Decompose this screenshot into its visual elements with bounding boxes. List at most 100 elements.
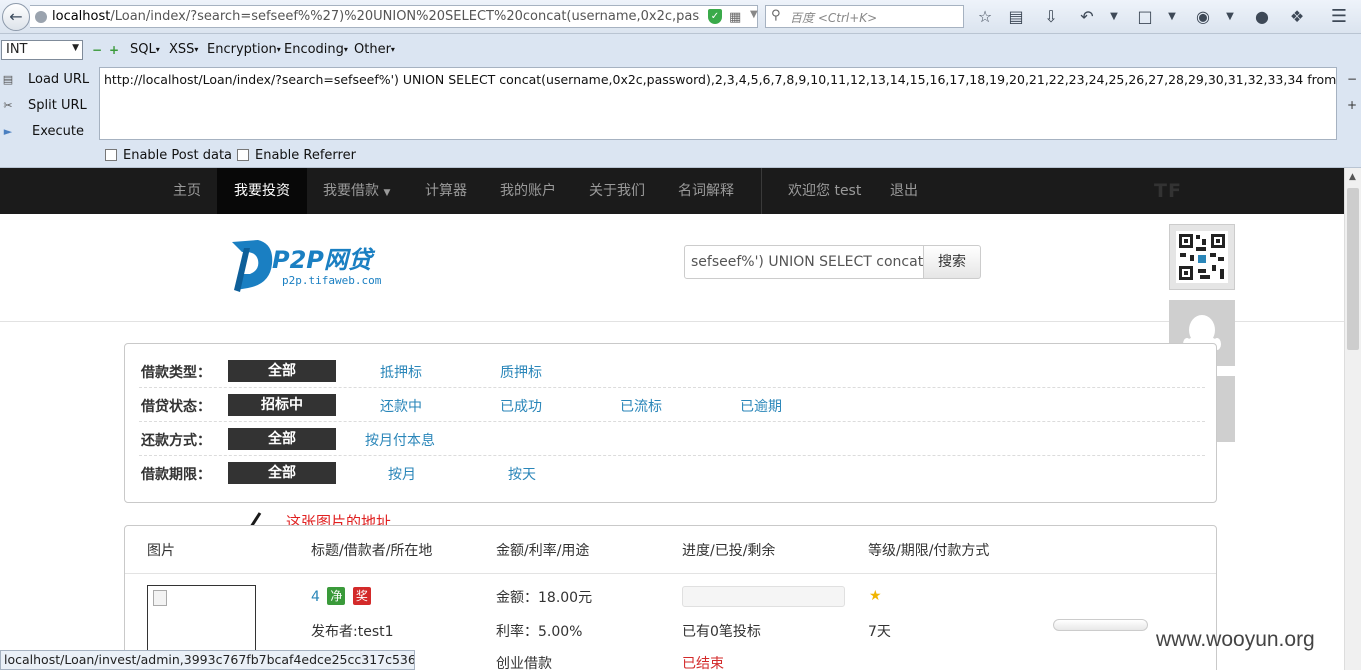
minus-icon[interactable]: − xyxy=(92,43,102,57)
site-info-icon[interactable] xyxy=(35,11,47,23)
page-scrollbar[interactable]: ▲ xyxy=(1344,168,1361,670)
undo-icon[interactable]: ↶ xyxy=(1076,6,1098,28)
address-text[interactable]: localhost/Loan/index/?search=sefseef%%27… xyxy=(52,9,700,24)
crop-icon[interactable]: □ xyxy=(1134,6,1156,28)
enable-post-checkbox[interactable]: Enable Post data xyxy=(105,148,232,163)
loan-publisher: 发布者:test1 xyxy=(311,624,394,640)
filter-option[interactable]: 按月付本息 xyxy=(365,430,435,450)
menu-xss[interactable]: XSS▾ xyxy=(169,42,198,57)
puzzle-icon[interactable]: ❖ xyxy=(1286,6,1308,28)
logo-text: P2P网贷 xyxy=(272,246,376,274)
menu-encryption[interactable]: Encryption▾ xyxy=(207,42,281,57)
column-header: 标题/借款者/所在地 xyxy=(311,543,433,559)
filter-option[interactable]: 按月 xyxy=(388,464,416,484)
enable-referrer-checkbox[interactable]: Enable Referrer xyxy=(237,148,356,163)
filter-option[interactable]: 已逾期 xyxy=(740,396,782,416)
filter-row-loan-term: 借款期限： 全部 按月 按天 xyxy=(139,456,1205,490)
menu-other[interactable]: Other▾ xyxy=(354,42,395,57)
back-icon[interactable]: ← xyxy=(2,3,30,31)
type-select-value: INT xyxy=(6,42,28,57)
bookmark-star-icon[interactable]: ☆ xyxy=(974,6,996,28)
star-icon: ★ xyxy=(869,588,882,604)
download-icon[interactable]: ⇩ xyxy=(1040,6,1062,28)
nav-about[interactable]: 关于我们 xyxy=(587,168,647,214)
chevron-down-icon[interactable]: ▼ xyxy=(750,9,758,20)
loan-rate: 利率：5.00% xyxy=(496,624,583,640)
brand-logo: TF xyxy=(1154,180,1182,202)
filter-active-option[interactable]: 全部 xyxy=(228,462,336,484)
url-textarea[interactable]: http://localhost/Loan/index/?search=sefs… xyxy=(99,67,1337,140)
search-icon: ⚲ xyxy=(771,8,781,23)
filter-option[interactable]: 质押标 xyxy=(500,362,542,382)
chevron-down-icon[interactable]: ▼ xyxy=(1161,6,1183,28)
site-navbar: 主页 我要投资 我要借款 ▼ 计算器 我的账户 关于我们 名词解释 欢迎您 te… xyxy=(0,168,1344,214)
list-header: 图片 标题/借款者/所在地 金额/利率/用途 进度/已投/剩余 等级/期限/付款… xyxy=(125,526,1216,574)
checkbox-box[interactable] xyxy=(105,149,117,161)
filter-active-option[interactable]: 全部 xyxy=(228,428,336,450)
scrollbar-thumb[interactable] xyxy=(1347,188,1359,350)
net-badge: 净 xyxy=(327,587,346,605)
filter-active-option[interactable]: 招标中 xyxy=(228,394,336,416)
chevron-down-icon[interactable]: ▼ xyxy=(1219,6,1241,28)
search-placeholder: 百度 <Ctrl+K> xyxy=(790,11,878,25)
checkbox-box[interactable] xyxy=(237,149,249,161)
filter-option[interactable]: 抵押标 xyxy=(380,362,422,382)
filter-row-loan-status: 借贷状态： 招标中 还款中 已成功 已流标 已逾期 xyxy=(139,388,1205,422)
qr-code-icon[interactable]: ▦ xyxy=(729,10,741,25)
nav-calculator[interactable]: 计算器 xyxy=(423,168,469,214)
menu-icon[interactable]: ☰ xyxy=(1328,6,1350,28)
column-header: 金额/利率/用途 xyxy=(496,543,590,559)
column-header: 进度/已投/剩余 xyxy=(682,543,776,559)
nav-home[interactable]: 主页 xyxy=(171,168,203,214)
loan-amount: 金额：18.00元 xyxy=(496,590,593,606)
chevron-down-icon[interactable]: ▼ xyxy=(1103,6,1125,28)
invest-button[interactable] xyxy=(1053,619,1148,631)
execute-button[interactable]: ► Execute xyxy=(0,122,96,144)
nav-borrow[interactable]: 我要借款 ▼ xyxy=(321,168,392,214)
loan-number[interactable]: 4 xyxy=(311,589,320,605)
loan-title[interactable]: 4 净 奖 xyxy=(311,587,371,605)
mask-icon[interactable]: ● xyxy=(1251,6,1273,28)
scroll-up-icon[interactable]: ▲ xyxy=(1349,172,1356,182)
filter-label: 还款方式： xyxy=(141,433,211,449)
load-url-button[interactable]: ▤ Load URL xyxy=(0,70,96,92)
nav-logout[interactable]: 退出 xyxy=(888,168,920,214)
qr-code-icon xyxy=(1176,231,1228,283)
plus-icon[interactable]: + xyxy=(1347,98,1357,112)
reading-list-icon[interactable]: ▤ xyxy=(1005,6,1027,28)
browser-search-input[interactable]: ⚲ 百度 <Ctrl+K> xyxy=(765,5,964,28)
filter-active-option[interactable]: 全部 xyxy=(228,360,336,382)
nav-glossary[interactable]: 名词解释 xyxy=(676,168,736,214)
menu-sql[interactable]: SQL▾ xyxy=(130,42,160,57)
address-bar[interactable]: localhost/Loan/index/?search=sefseef%%27… xyxy=(30,5,778,28)
nav-invest[interactable]: 我要投资 xyxy=(217,168,307,214)
watermark: www.wooyun.org xyxy=(1156,628,1315,651)
menu-encoding[interactable]: Encoding▾ xyxy=(284,42,348,57)
plus-icon[interactable]: + xyxy=(109,43,119,57)
scissors-icon: ✂ xyxy=(3,99,13,112)
filter-panel: 借款类型： 全部 抵押标 质押标 借贷状态： 招标中 还款中 已成功 已流标 已… xyxy=(124,343,1217,503)
minus-icon[interactable]: − xyxy=(1347,72,1357,86)
award-badge: 奖 xyxy=(352,587,371,605)
play-icon: ► xyxy=(3,125,13,138)
filter-option[interactable]: 按天 xyxy=(508,464,536,484)
loan-purpose: 创业借款 xyxy=(496,656,552,670)
column-header: 等级/期限/付款方式 xyxy=(868,543,990,559)
nav-welcome[interactable]: 欢迎您 test xyxy=(786,168,863,214)
split-url-button[interactable]: ✂ Split URL xyxy=(0,96,96,118)
column-header: 图片 xyxy=(147,543,175,559)
type-select[interactable]: INT ▼ xyxy=(1,40,83,60)
search-button[interactable]: 搜索 xyxy=(923,245,981,279)
filter-option[interactable]: 已流标 xyxy=(620,396,662,416)
nav-divider xyxy=(761,168,762,214)
filter-option[interactable]: 已成功 xyxy=(500,396,542,416)
filter-option[interactable]: 还款中 xyxy=(380,396,422,416)
shield-icon[interactable]: ✓ xyxy=(708,9,722,24)
filter-row-repay-method: 还款方式： 全部 按月付本息 xyxy=(139,422,1205,456)
site-search-input[interactable]: sefseef%') UNION SELECT concat xyxy=(684,245,924,279)
addon-icon[interactable]: ◉ xyxy=(1192,6,1214,28)
nav-account[interactable]: 我的账户 xyxy=(498,168,558,214)
p2p-logo[interactable]: P2P网贷 p2p.tifaweb.com xyxy=(228,234,398,294)
qr-code-widget[interactable] xyxy=(1169,224,1235,290)
logo-domain: p2p.tifaweb.com xyxy=(282,274,382,287)
